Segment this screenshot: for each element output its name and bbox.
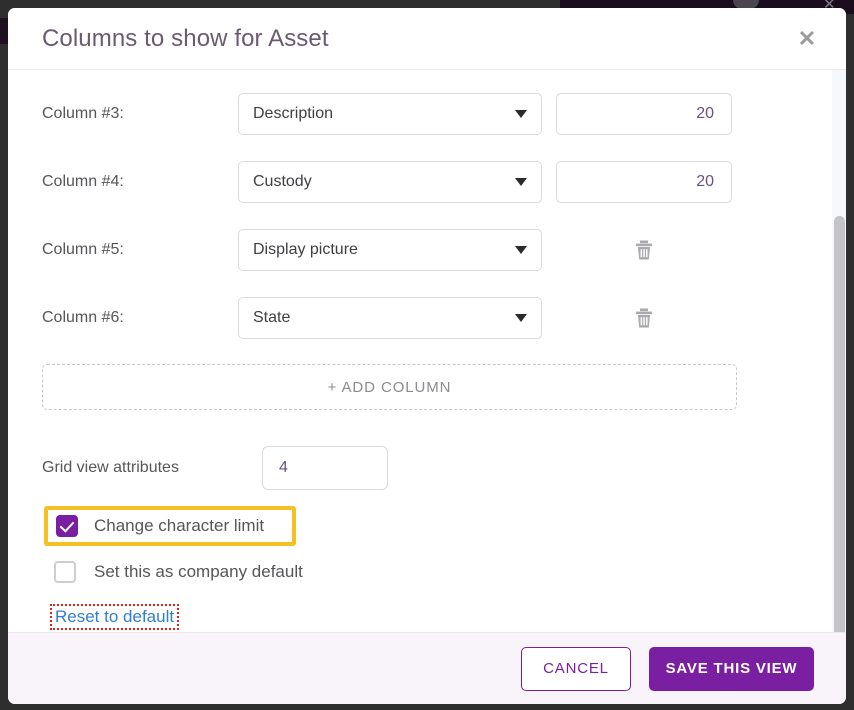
dialog-body: Column #3: Description 20 Column #4: Cus… xyxy=(8,70,846,632)
grid-view-attributes-row: Grid view attributes 4 xyxy=(42,444,806,492)
column-select[interactable]: Description xyxy=(238,93,542,135)
column-label: Column #3: xyxy=(42,105,124,122)
save-this-view-button[interactable]: SAVE THIS VIEW xyxy=(649,646,814,691)
scrollbar-track[interactable] xyxy=(832,70,846,632)
company-default-checkbox[interactable] xyxy=(54,561,76,583)
column-row: Column #6: State xyxy=(42,284,806,352)
delete-column-cell xyxy=(556,308,732,328)
chevron-down-icon xyxy=(515,178,527,186)
reset-to-default-highlight: Reset to default xyxy=(50,604,180,630)
cancel-button[interactable]: CANCEL xyxy=(521,646,631,691)
change-character-limit-highlight: Change character limit xyxy=(44,506,296,546)
column-select-value: Custody xyxy=(253,173,312,190)
column-row: Column #3: Description 20 xyxy=(42,80,806,148)
column-select-value: Display picture xyxy=(253,241,358,258)
grid-view-attributes-label: Grid view attributes xyxy=(42,459,179,476)
column-row: Column #5: Display picture xyxy=(42,216,806,284)
dialog-footer: CANCEL SAVE THIS VIEW xyxy=(8,632,846,704)
scrollbar-thumb[interactable] xyxy=(834,216,845,632)
close-icon[interactable]: ✕ xyxy=(792,24,822,54)
column-label: Column #4: xyxy=(42,173,124,190)
columns-list: Column #3: Description 20 Column #4: Cus… xyxy=(8,70,846,630)
column-select[interactable]: Custody xyxy=(238,161,542,203)
character-limit-input[interactable]: 20 xyxy=(556,161,732,203)
reset-to-default-link[interactable]: Reset to default xyxy=(55,607,174,626)
dialog-header: Columns to show for Asset ✕ xyxy=(8,8,846,70)
delete-column-cell xyxy=(556,240,732,260)
chevron-down-icon xyxy=(515,246,527,254)
page-title: Columns to show for Asset xyxy=(42,24,329,52)
trash-icon[interactable] xyxy=(635,308,653,328)
change-character-limit-label: Change character limit xyxy=(94,516,265,535)
chevron-down-icon xyxy=(515,110,527,118)
column-select-value: Description xyxy=(253,105,334,122)
column-select[interactable]: Display picture xyxy=(238,229,542,271)
add-column-button[interactable]: + ADD COLUMN xyxy=(42,364,737,410)
company-default-row: Set this as company default xyxy=(54,556,806,588)
trash-icon[interactable] xyxy=(635,240,653,260)
columns-dialog: Columns to show for Asset ✕ Column #3: D… xyxy=(8,8,846,704)
column-label: Column #5: xyxy=(42,241,124,258)
change-character-limit-checkbox[interactable] xyxy=(56,515,78,537)
column-select[interactable]: State xyxy=(238,297,542,339)
company-default-label: Set this as company default xyxy=(94,562,303,581)
column-row: Column #4: Custody 20 xyxy=(42,148,806,216)
column-select-value: State xyxy=(253,309,291,326)
grid-view-attributes-input[interactable]: 4 xyxy=(262,446,388,490)
character-limit-input[interactable]: 20 xyxy=(556,93,732,135)
column-label: Column #6: xyxy=(42,309,124,326)
chevron-down-icon xyxy=(515,314,527,322)
